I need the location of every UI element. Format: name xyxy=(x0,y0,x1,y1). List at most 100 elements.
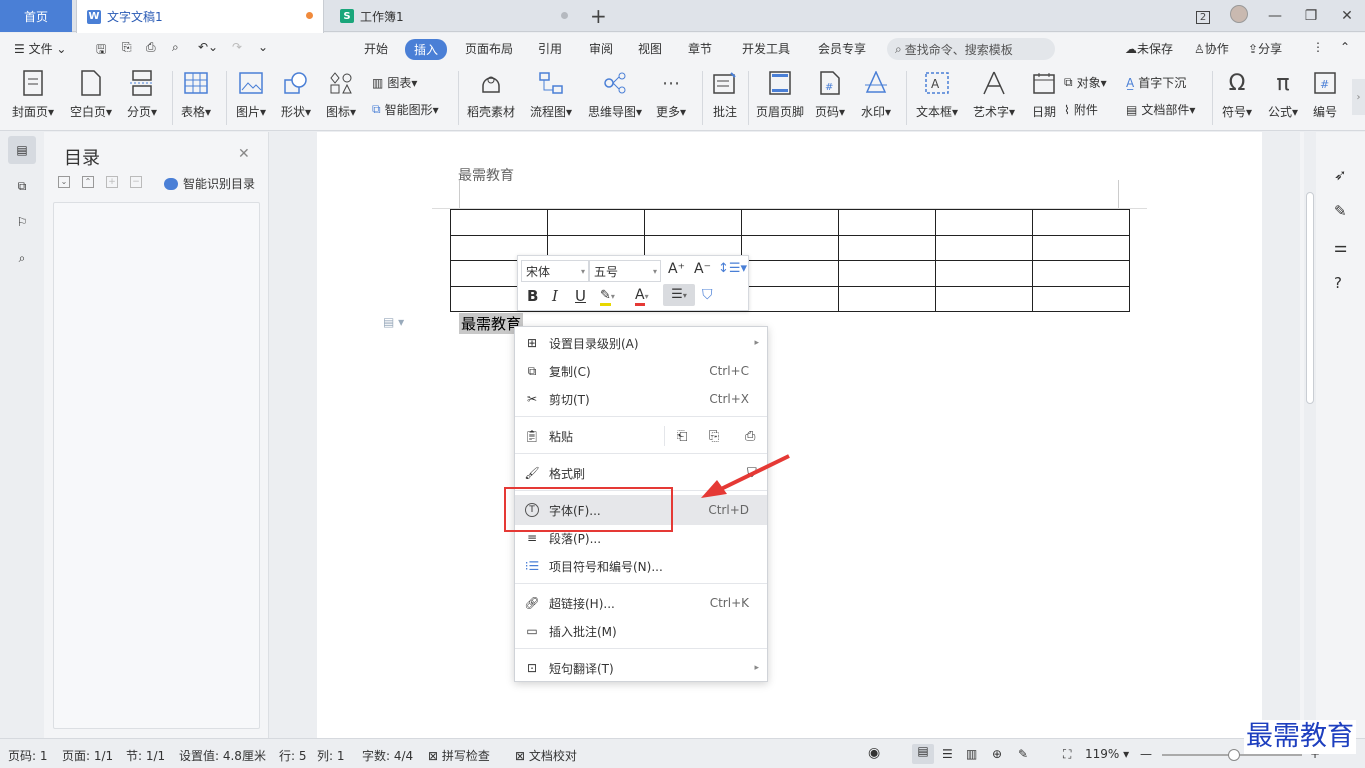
menu-page-layout[interactable]: 页面布局 xyxy=(465,40,513,57)
menu-start[interactable]: 开始 xyxy=(364,40,388,57)
chart-button[interactable]: ▥ 图表 ▾ xyxy=(372,74,417,91)
share-button[interactable]: ⇪分享 xyxy=(1248,40,1282,57)
font-size-select[interactable]: 五号 ▾ xyxy=(589,260,661,282)
header-text[interactable]: 最需教育 xyxy=(458,165,514,185)
object-button[interactable]: ⧉ 对象 ▾ xyxy=(1064,74,1107,91)
fit-page-icon[interactable]: ⛶ xyxy=(1063,747,1071,762)
help-icon[interactable]: ? xyxy=(1334,274,1342,292)
close-icon[interactable]: ✕ xyxy=(1329,8,1365,24)
grow-font-icon[interactable]: A⁺ xyxy=(668,261,685,277)
more-button[interactable]: ⋯ 更多▾ xyxy=(656,69,686,120)
menu-insert[interactable]: 插入 xyxy=(405,39,448,60)
tab-home[interactable]: 首页 xyxy=(0,0,72,32)
write-mode-icon[interactable]: ✎ xyxy=(1018,747,1028,761)
bookmark-icon[interactable]: ⚐ xyxy=(8,208,36,236)
paste-text-only-icon[interactable]: ⎘ xyxy=(709,429,719,444)
page-break-button[interactable]: 分页▾ xyxy=(127,69,157,120)
doc-proof-button[interactable]: ⊠ 文档校对 xyxy=(515,747,577,764)
find-icon[interactable]: ⌕ xyxy=(8,244,36,272)
save-icon[interactable]: 🖫 xyxy=(96,40,106,61)
menu-item-translate[interactable]: ⊡ 短句翻译(T) ▸ xyxy=(515,655,767,681)
tab-workbook[interactable]: S 工作簿1 xyxy=(330,0,578,32)
scrollbar-thumb[interactable] xyxy=(1306,192,1314,404)
paste-special-icon[interactable]: ⎙ xyxy=(745,429,755,444)
new-tab-button[interactable]: + xyxy=(590,4,607,28)
menu-review[interactable]: 审阅 xyxy=(589,40,613,57)
collapse-all-icon[interactable]: ⌃ xyxy=(82,176,94,188)
minimize-icon[interactable]: — xyxy=(1257,8,1293,24)
customize-quick-icon[interactable]: ⌄ xyxy=(258,40,268,54)
vertical-scrollbar[interactable] xyxy=(1304,132,1316,738)
watermark-button[interactable]: 水印▾ xyxy=(861,69,891,120)
format-painter-icon[interactable]: ⛉ xyxy=(702,287,713,303)
remove-toc-icon[interactable]: − xyxy=(130,176,142,188)
command-search-input[interactable]: ⌕ 查找命令、搜索模板 xyxy=(887,38,1055,60)
web-view-icon[interactable]: ⊕ xyxy=(992,747,1002,761)
redo-icon[interactable]: ↷ xyxy=(232,40,242,54)
menu-vip[interactable]: 会员专享 xyxy=(818,40,866,57)
paragraph-handle-icon[interactable]: ▤ ▾ xyxy=(383,315,404,329)
bold-button[interactable]: B xyxy=(527,287,538,305)
shape-button[interactable]: 形状▾ xyxy=(281,69,311,120)
mindmap-button[interactable]: 思维导图▾ xyxy=(588,69,642,120)
formula-button[interactable]: π 公式▾ xyxy=(1268,69,1298,120)
unsaved-button[interactable]: ☁未保存 xyxy=(1125,40,1173,57)
file-menu[interactable]: ☰ 文件 ⌄ xyxy=(14,40,66,57)
eye-protection-icon[interactable]: ◉ xyxy=(868,745,880,761)
zoom-out-button[interactable]: — xyxy=(1140,747,1152,761)
icons-button[interactable]: 图标▾ xyxy=(326,69,356,120)
format-painter-quick-icon[interactable]: ⎘ xyxy=(122,40,132,55)
zoom-slider[interactable] xyxy=(1162,749,1302,761)
menu-references[interactable]: 引用 xyxy=(538,40,562,57)
cover-page-button[interactable]: 封面页▾ xyxy=(12,69,54,120)
page-view-icon[interactable]: ▤ xyxy=(912,744,934,764)
menu-item-cut[interactable]: ✂ 剪切(T) Ctrl+X xyxy=(515,386,767,412)
reading-view-icon[interactable]: ▥ xyxy=(966,747,977,761)
blank-page-button[interactable]: 空白页▾ xyxy=(70,69,112,120)
numbering-button[interactable]: # 编号 xyxy=(1311,69,1339,120)
page-number-button[interactable]: # 页码▾ xyxy=(815,69,845,120)
wordart-button[interactable]: 艺术字▾ xyxy=(973,69,1015,120)
menu-item-paste[interactable]: 📋︎ 粘贴 ⎗ ⎘ ⎙ xyxy=(515,423,767,449)
font-name-select[interactable]: 宋体 ▾ xyxy=(521,260,589,282)
doc-part-button[interactable]: ▤ 文档部件 ▾ xyxy=(1126,101,1195,118)
print-icon[interactable]: ⎙ xyxy=(146,40,156,55)
paste-keep-format-icon[interactable]: ⎗ xyxy=(677,429,687,444)
select-pointer-icon[interactable]: ➶ xyxy=(1334,166,1347,184)
avatar[interactable] xyxy=(1221,5,1257,27)
italic-button[interactable]: I xyxy=(552,287,558,305)
menu-item-hyperlink[interactable]: 🔗︎ 超链接(H)... Ctrl+K xyxy=(515,590,767,616)
smart-toc-button[interactable]: 智能识别目录 xyxy=(164,175,255,192)
flowchart-button[interactable]: 流程图▾ xyxy=(530,69,572,120)
toc-panel-icon[interactable]: ▤ xyxy=(8,136,36,164)
menu-item-toc-level[interactable]: ⊞ 设置目录级别(A) ▸ xyxy=(515,330,767,356)
highlight-icon[interactable]: ✎▾ xyxy=(600,288,615,306)
outline-view-icon[interactable]: ☰ xyxy=(942,747,953,761)
ribbon-scroll-right-icon[interactable]: › xyxy=(1352,79,1365,115)
toc-close-icon[interactable]: ✕ xyxy=(238,146,250,162)
undo-icon[interactable]: ↶⌄ xyxy=(198,40,218,54)
menu-item-bullets[interactable]: ⁝☰ 项目符号和编号(N)... xyxy=(515,553,767,579)
comment-button[interactable]: 批注 xyxy=(711,69,739,120)
font-color-icon[interactable]: A▾ xyxy=(635,287,649,306)
menu-view[interactable]: 视图 xyxy=(638,40,662,57)
picture-button[interactable]: 图片▾ xyxy=(236,69,266,120)
menu-developer[interactable]: 开发工具 xyxy=(742,40,790,57)
date-button[interactable]: 日期 xyxy=(1030,69,1058,120)
expand-all-icon[interactable]: ⌄ xyxy=(58,176,70,188)
daoke-material-button[interactable]: 稻壳素材 xyxy=(467,69,515,120)
spell-check-button[interactable]: ⊠ 拼写检查 xyxy=(428,747,490,764)
header-footer-button[interactable]: 页眉页脚 xyxy=(756,69,804,120)
smartart-button[interactable]: ⧉ 智能图形 ▾ xyxy=(372,101,439,118)
zoom-level-select[interactable]: 119% ▾ xyxy=(1085,747,1129,761)
edit-pen-icon[interactable]: ✎ xyxy=(1334,202,1347,220)
collapse-ribbon-icon[interactable]: ⌃ xyxy=(1340,40,1350,54)
collab-button[interactable]: ♙协作 xyxy=(1194,40,1229,57)
tab-document[interactable]: W 文字文稿1 xyxy=(76,0,324,33)
table-button[interactable]: 表格▾ xyxy=(181,69,211,120)
menu-chapter[interactable]: 章节 xyxy=(688,40,712,57)
attachment-button[interactable]: ⌇ 附件 xyxy=(1064,101,1098,118)
menu-item-copy[interactable]: ⧉ 复制(C) Ctrl+C xyxy=(515,358,767,384)
shrink-font-icon[interactable]: A⁻ xyxy=(694,261,711,277)
status-word-count[interactable]: 字数: 4/4 xyxy=(362,747,413,764)
